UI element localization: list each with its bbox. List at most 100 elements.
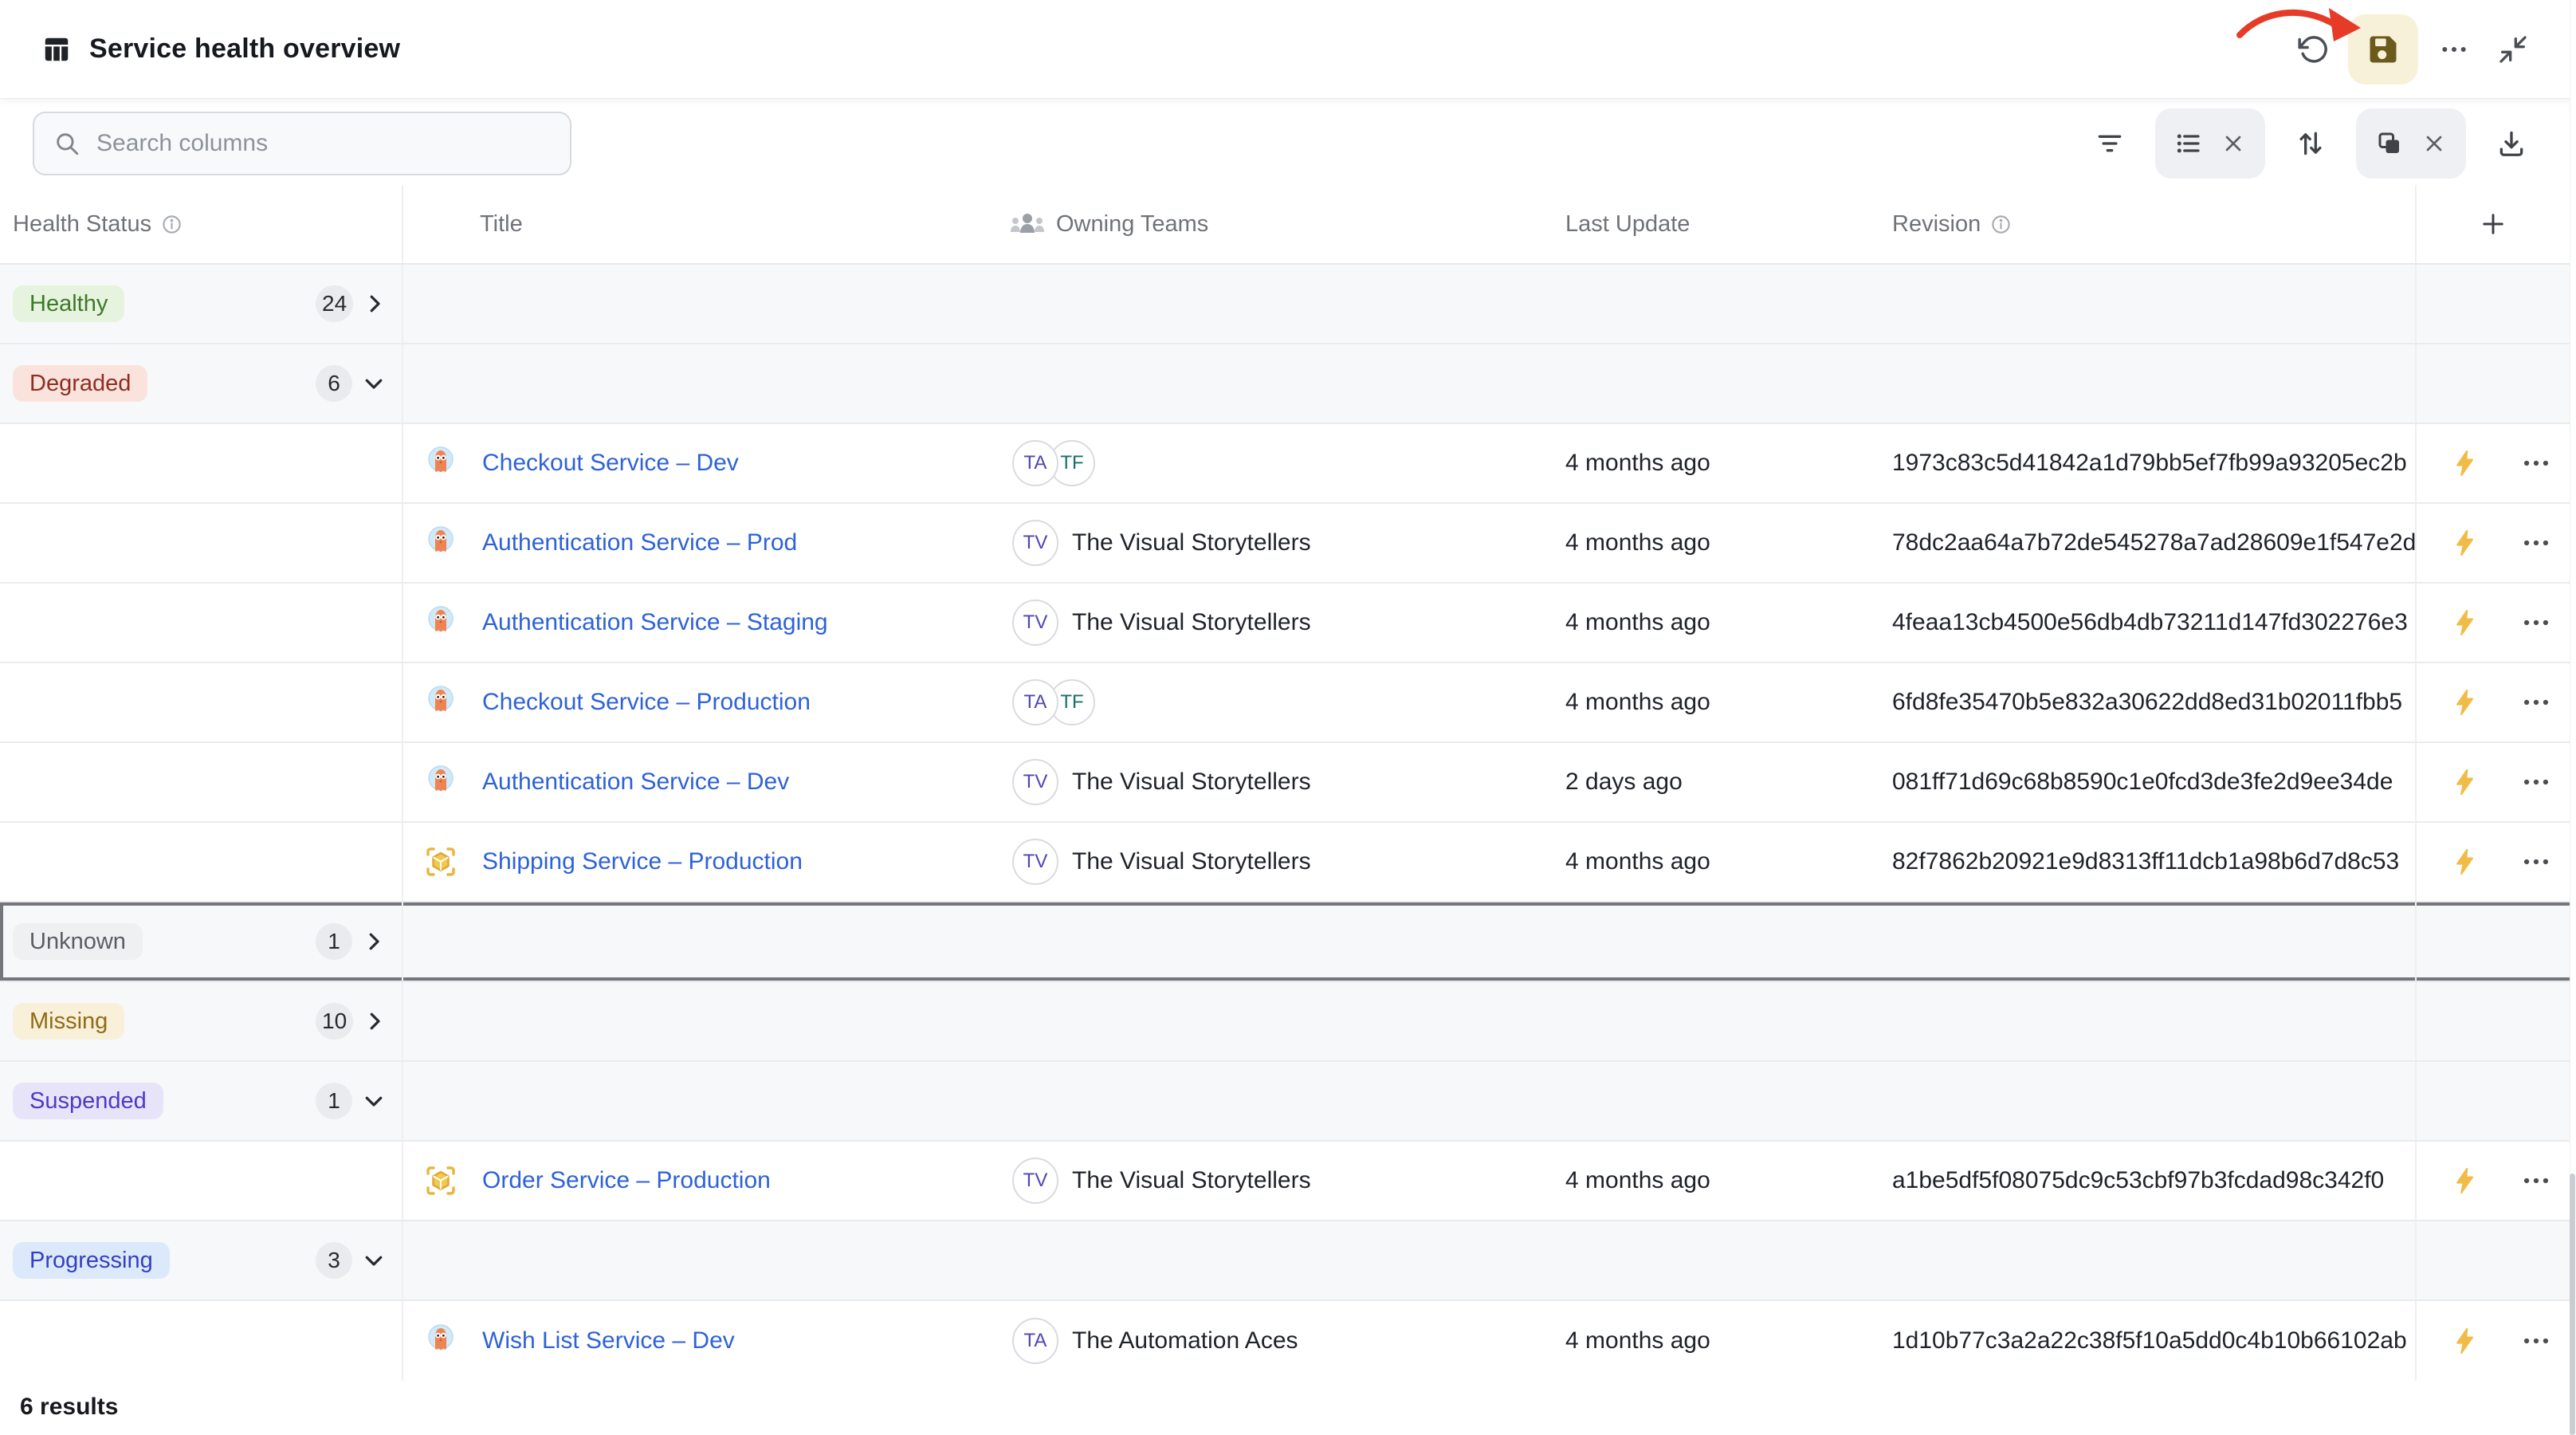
- last-update: 4 months ago: [1550, 663, 1877, 741]
- lightning-bolt-icon[interactable]: [2450, 767, 2480, 797]
- cube-scan-icon: [422, 1162, 460, 1200]
- team-name: The Visual Storytellers: [1072, 769, 1311, 796]
- list-icon: [2174, 129, 2203, 158]
- row-menu-button[interactable]: [2519, 525, 2554, 560]
- group-by-button[interactable]: [2375, 129, 2404, 158]
- lightning-bolt-icon[interactable]: [2450, 1166, 2480, 1196]
- lightning-bolt-icon[interactable]: [2450, 607, 2480, 638]
- group-row-degraded[interactable]: Degraded 6: [0, 344, 2576, 424]
- last-update: 4 months ago: [1550, 424, 1877, 502]
- chevron-icon[interactable]: [363, 292, 387, 316]
- clear-view-mode-button[interactable]: [2221, 131, 2246, 156]
- add-column-button[interactable]: [2415, 185, 2570, 263]
- column-header-revision[interactable]: Revision: [1892, 211, 1981, 238]
- search-box[interactable]: [33, 112, 571, 175]
- status-badge: Unknown: [13, 923, 143, 960]
- group-row-missing[interactable]: Missing 10: [0, 982, 2576, 1062]
- lightning-bolt-icon[interactable]: [2450, 847, 2480, 877]
- group-count: 1: [316, 923, 352, 960]
- undo-button[interactable]: [2289, 26, 2335, 73]
- chevron-icon[interactable]: [362, 1089, 386, 1113]
- chevron-icon[interactable]: [362, 372, 386, 395]
- table-body: Healthy 24 Degraded 6: [0, 265, 2576, 1381]
- filter-lines-icon: [2095, 128, 2125, 159]
- service-link[interactable]: Authentication Service – Dev: [482, 769, 789, 796]
- column-header-owning-teams[interactable]: Owning Teams: [1056, 211, 1208, 238]
- filter-button[interactable]: [2095, 128, 2125, 159]
- group-row-healthy[interactable]: Healthy 24: [0, 265, 2576, 344]
- lightning-bolt-icon[interactable]: [2450, 448, 2480, 478]
- octopus-mascot-icon: [422, 683, 460, 721]
- row-menu-button[interactable]: [2519, 685, 2554, 720]
- group-row-suspended[interactable]: Suspended 1: [0, 1062, 2576, 1142]
- revision-hash: 82f7862b20921e9d8313ff11dcb1a98b6d7d8c53: [1877, 823, 2415, 901]
- service-row[interactable]: Checkout Service – Production TATF 4 mon…: [0, 663, 2576, 743]
- table-icon: [41, 34, 72, 65]
- info-icon[interactable]: [161, 214, 183, 235]
- service-link[interactable]: Wish List Service – Dev: [482, 1327, 735, 1354]
- list-view-button[interactable]: [2174, 129, 2203, 158]
- service-link[interactable]: Checkout Service – Dev: [482, 450, 739, 477]
- people-group-icon: [1008, 211, 1046, 238]
- octopus-mascot-icon: [422, 603, 460, 642]
- group-row-unknown[interactable]: Unknown 1: [0, 902, 2576, 982]
- service-row[interactable]: Authentication Service – Staging TV The …: [0, 584, 2576, 663]
- lightning-bolt-icon[interactable]: [2450, 1326, 2480, 1356]
- service-link[interactable]: Authentication Service – Prod: [482, 529, 797, 556]
- magnifier-icon: [53, 130, 80, 157]
- vertical-scrollbar: [2570, 0, 2576, 1435]
- more-options-button[interactable]: [2431, 26, 2477, 73]
- chevron-icon[interactable]: [363, 1009, 387, 1033]
- service-row[interactable]: Authentication Service – Dev TV The Visu…: [0, 743, 2576, 823]
- team-name: The Automation Aces: [1072, 1327, 1298, 1354]
- chevron-icon[interactable]: [362, 1248, 386, 1272]
- service-link[interactable]: Checkout Service – Production: [482, 689, 811, 716]
- save-button[interactable]: [2348, 14, 2418, 85]
- column-header-health-status[interactable]: Health Status: [13, 211, 151, 238]
- revision-hash: 081ff71d69c68b8590c1e0fcd3de3fe2d9ee34de: [1877, 743, 2415, 821]
- revision-hash: 6fd8fe35470b5e832a30622dd8ed31b02011fbb5: [1877, 663, 2415, 741]
- last-update: 4 months ago: [1550, 1301, 1877, 1381]
- last-update: 4 months ago: [1550, 584, 1877, 662]
- x-icon: [2421, 131, 2447, 156]
- team-avatars: TV: [1012, 839, 1058, 885]
- service-row[interactable]: Wish List Service – Dev TA The Automatio…: [0, 1301, 2576, 1381]
- scrollbar-thumb[interactable]: [2570, 1174, 2575, 1435]
- team-avatars: TATF: [1012, 679, 1095, 725]
- top-bar: Service health overview: [0, 0, 2576, 99]
- last-update: 4 months ago: [1550, 823, 1877, 901]
- revision-hash: 1973c83c5d41842a1d79bb5ef7fb99a93205ec2b: [1877, 424, 2415, 502]
- row-menu-button[interactable]: [2519, 1163, 2554, 1198]
- service-row[interactable]: Order Service – Production TV The Visual…: [0, 1142, 2576, 1221]
- download-button[interactable]: [2496, 128, 2527, 159]
- search-input[interactable]: [95, 129, 551, 158]
- column-header-last-update[interactable]: Last Update: [1565, 211, 1690, 238]
- service-row[interactable]: Checkout Service – Dev TATF 4 months ago…: [0, 424, 2576, 504]
- row-menu-button[interactable]: [2519, 844, 2554, 879]
- info-icon[interactable]: [1990, 214, 2012, 235]
- team-name: The Visual Storytellers: [1072, 1167, 1311, 1194]
- service-link[interactable]: Shipping Service – Production: [482, 848, 803, 875]
- chevron-icon[interactable]: [362, 930, 386, 953]
- table-header: Health Status Title Owning Teams Last Up…: [0, 185, 2576, 265]
- collapse-button[interactable]: [2490, 26, 2536, 73]
- status-badge: Suspended: [13, 1083, 163, 1119]
- lightning-bolt-icon[interactable]: [2450, 528, 2480, 558]
- column-header-title[interactable]: Title: [480, 211, 523, 238]
- last-update: 4 months ago: [1550, 504, 1877, 582]
- plus-icon: [2479, 210, 2507, 238]
- row-menu-button[interactable]: [2519, 605, 2554, 640]
- lightning-bolt-icon[interactable]: [2450, 687, 2480, 718]
- group-row-progressing[interactable]: Progressing 3: [0, 1221, 2576, 1301]
- x-icon: [2221, 131, 2246, 156]
- sort-button[interactable]: [2295, 128, 2326, 159]
- row-menu-button[interactable]: [2519, 1323, 2554, 1358]
- row-menu-button[interactable]: [2519, 765, 2554, 800]
- group-count: 24: [316, 285, 353, 322]
- service-row[interactable]: Shipping Service – Production TV The Vis…: [0, 823, 2576, 902]
- service-link[interactable]: Authentication Service – Staging: [482, 609, 828, 636]
- clear-group-by-button[interactable]: [2421, 131, 2447, 156]
- row-menu-button[interactable]: [2519, 446, 2554, 481]
- service-link[interactable]: Order Service – Production: [482, 1167, 771, 1194]
- service-row[interactable]: Authentication Service – Prod TV The Vis…: [0, 504, 2576, 584]
